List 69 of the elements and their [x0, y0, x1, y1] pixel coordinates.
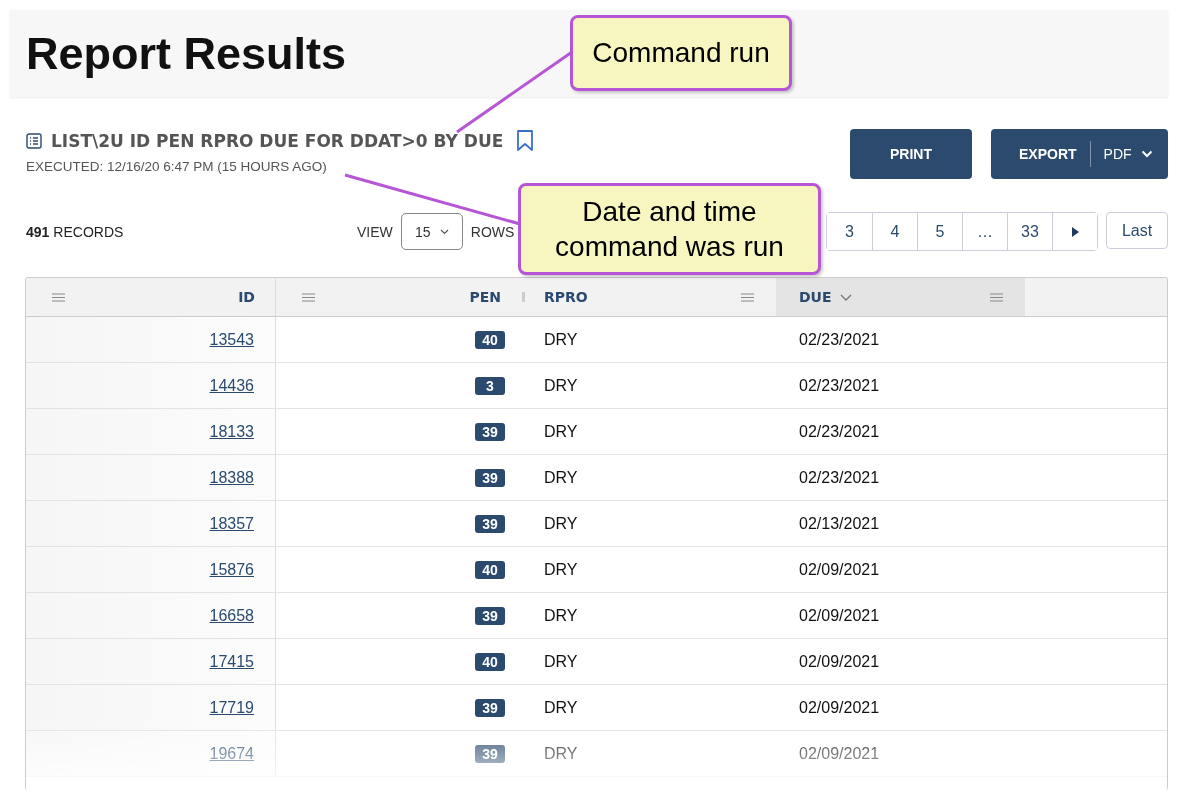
- id-link[interactable]: 16658: [209, 606, 254, 625]
- next-page-button[interactable]: [1052, 213, 1097, 250]
- table-cell: 02/13/2021: [799, 514, 880, 533]
- format-dropdown[interactable]: PDF: [1103, 146, 1132, 162]
- rows-label: ROWS: [470, 223, 515, 240]
- caret-icon: [1140, 150, 1153, 158]
- print-button[interactable]: PRINT: [850, 129, 972, 179]
- pen-badge: 40: [475, 330, 505, 349]
- table-cell: DRY: [544, 652, 578, 671]
- pen-badge: 39: [475, 468, 505, 487]
- id-link[interactable]: 17719: [209, 698, 254, 717]
- pen-badge: 39: [475, 422, 505, 441]
- column-menu-icon[interactable]: [741, 292, 754, 302]
- caret-icon: [439, 228, 449, 235]
- column-header[interactable]: DUE: [799, 289, 832, 305]
- id-link[interactable]: 13543: [209, 330, 254, 349]
- page-title: Report Results: [26, 27, 347, 80]
- table-cell: 02/09/2021: [799, 560, 880, 579]
- table-cell: DRY: [544, 468, 578, 487]
- table-cell: 02/09/2021: [799, 744, 880, 763]
- executed-timestamp: EXECUTED: 12/16/20 6:47 PM (15 HOURS AGO): [26, 159, 328, 174]
- table-cell: DRY: [544, 330, 578, 349]
- pen-badge: 3: [475, 376, 505, 395]
- view-label: VIEW: [357, 223, 393, 240]
- table-cell: 02/23/2021: [799, 422, 880, 441]
- bookmark-icon[interactable]: [516, 130, 535, 152]
- column-menu-icon[interactable]: [302, 292, 315, 302]
- command-text: LIST\2U ID PEN RPRO DUE FOR DDAT>0 BY DUE: [51, 131, 504, 151]
- pen-badge: 39: [475, 514, 505, 533]
- column-menu-icon[interactable]: [990, 292, 1003, 302]
- table-cell: DRY: [544, 606, 578, 625]
- table-cell: 02/23/2021: [799, 330, 880, 349]
- records-label: RECORDS: [53, 223, 124, 240]
- id-link[interactable]: 15876: [209, 560, 254, 579]
- column-header[interactable]: ID: [238, 289, 255, 305]
- id-link[interactable]: 18357: [209, 514, 254, 533]
- table-cell: DRY: [544, 560, 578, 579]
- pen-badge: 40: [475, 652, 505, 671]
- pen-badge: 39: [475, 606, 505, 625]
- table-cell: 02/09/2021: [799, 698, 880, 717]
- pen-badge: 39: [475, 744, 505, 763]
- export-button[interactable]: EXPORT PDF: [991, 129, 1168, 179]
- id-link[interactable]: 18133: [209, 422, 254, 441]
- table-cell: DRY: [544, 376, 578, 395]
- table-cell: 02/23/2021: [799, 468, 880, 487]
- table-cell: DRY: [544, 698, 578, 717]
- callout: Date and time command was run: [518, 183, 821, 275]
- table-cell: 02/23/2021: [799, 376, 880, 395]
- table-cell: DRY: [544, 744, 578, 763]
- callout: Command run: [570, 15, 792, 91]
- id-link[interactable]: 14436: [209, 376, 254, 395]
- pen-badge: 39: [475, 698, 505, 717]
- table-cell: DRY: [544, 422, 578, 441]
- next-icon: [1071, 226, 1079, 237]
- column-header[interactable]: RPRO: [544, 289, 588, 305]
- table-cell: 02/09/2021: [799, 652, 880, 671]
- rows-select[interactable]: 15: [400, 213, 463, 250]
- column-header[interactable]: PEN: [469, 289, 501, 305]
- pen-badge: 40: [475, 560, 505, 579]
- id-link[interactable]: 17415: [209, 652, 254, 671]
- record-count: 491: [26, 223, 50, 240]
- export-label[interactable]: EXPORT: [1019, 146, 1077, 162]
- table-cell: DRY: [544, 514, 578, 533]
- id-link[interactable]: 18388: [209, 468, 254, 487]
- last-page-button[interactable]: Last: [1106, 212, 1168, 249]
- table-cell: 02/09/2021: [799, 606, 880, 625]
- column-menu-icon[interactable]: [52, 292, 65, 302]
- sort-descending-icon: [839, 293, 852, 301]
- list-icon: [26, 133, 42, 149]
